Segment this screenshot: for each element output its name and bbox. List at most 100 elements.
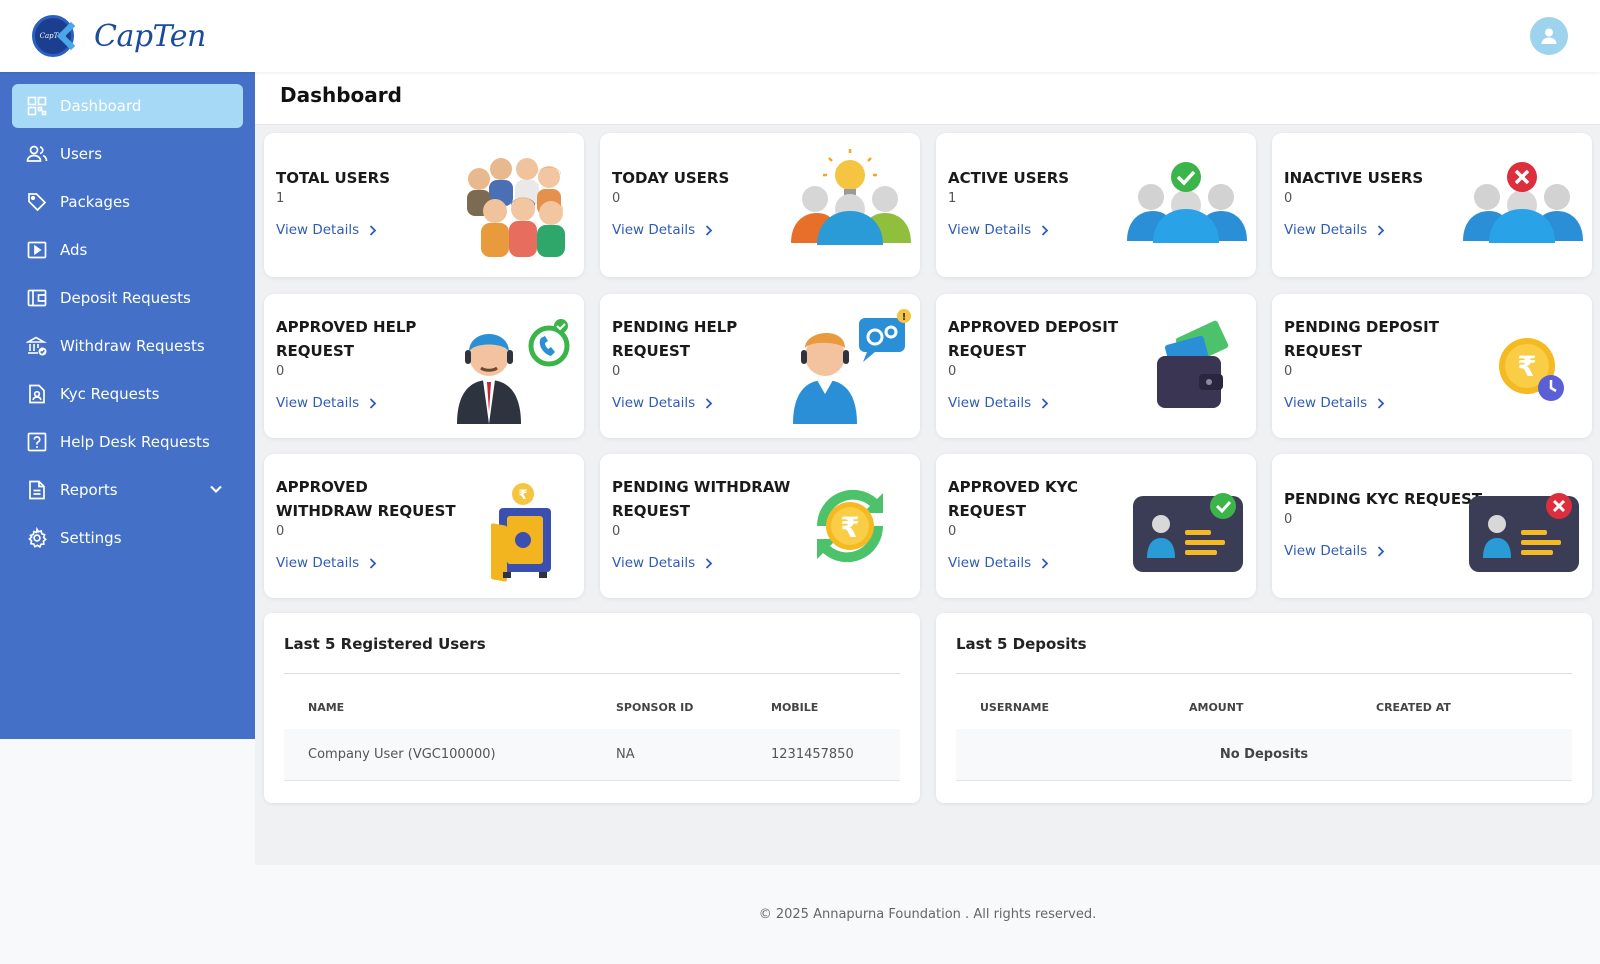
sidebar-item-reports[interactable]: Reports [12, 468, 243, 512]
idea-team-icon [791, 149, 911, 245]
column-header: MOBILE [771, 701, 819, 714]
rupee-coin-clock-icon: ₹ [1499, 338, 1564, 401]
card-value: 0 [948, 524, 957, 539]
view-details-link[interactable]: View Details [276, 555, 377, 571]
sidebar-item-label: Dashboard [60, 97, 142, 115]
play-icon [26, 239, 48, 261]
stat-card-inactive-users: INACTIVE USERS 0 View Details [1272, 133, 1592, 277]
card-title: APPROVED WITHDRAW REQUEST [276, 478, 456, 520]
panel-title: Last 5 Deposits [956, 635, 1087, 653]
sidebar-item-settings[interactable]: Settings [12, 516, 243, 560]
view-details-link[interactable]: View Details [948, 555, 1049, 571]
stat-card-active-users: ACTIVE USERS 1 View Details [936, 133, 1256, 277]
view-details-link[interactable]: View Details [948, 222, 1049, 238]
view-details-link[interactable]: View Details [612, 555, 713, 571]
card-value: 0 [1284, 191, 1293, 206]
copyright-text: © 2025 Annapurna Foundation . All rights… [758, 907, 1097, 922]
card-value: 0 [276, 524, 285, 539]
id-card-approved-icon [1133, 493, 1243, 572]
inactive-users-icon [1463, 162, 1583, 243]
stat-card-pending-withdraw: PENDING WITHDRAW REQUEST 0 View Details … [600, 454, 920, 598]
view-details-link[interactable]: View Details [612, 395, 713, 411]
main-content: Dashboard TOTAL USERS 1 View Details TOD… [255, 72, 1600, 865]
card-value: 0 [1284, 512, 1293, 527]
sidebar-item-label: Reports [60, 481, 118, 499]
column-header: AMOUNT [1189, 701, 1244, 714]
card-title: PENDING KYC REQUEST [1284, 490, 1483, 508]
view-details-link[interactable]: View Details [1284, 395, 1385, 411]
sidebar-item-deposit-requests[interactable]: Deposit Requests [12, 276, 243, 320]
id-card-rejected-icon [1469, 493, 1579, 572]
table-row: Company User (VGC100000) NA 1231457850 [284, 729, 900, 781]
page-title: Dashboard [280, 83, 402, 107]
stat-card-pending-deposit: PENDING DEPOSIT REQUEST 0 View Details ₹ [1272, 294, 1592, 438]
svg-text:₹: ₹ [1517, 350, 1536, 383]
panel-title: Last 5 Registered Users [284, 635, 486, 653]
brand-logo[interactable]: CapTen CapTen [32, 14, 206, 58]
safe-vault-icon: ₹ [491, 483, 551, 582]
column-header: CREATED AT [1376, 701, 1451, 714]
svg-text:₹: ₹ [840, 511, 859, 544]
sidebar: Dashboard Users Packages Ads Deposit Req… [0, 72, 255, 739]
user-icon [1541, 28, 1557, 44]
card-title: APPROVED HELP REQUEST [276, 318, 417, 360]
table-row: No Deposits [956, 729, 1572, 781]
stat-card-approved-withdraw: APPROVED WITHDRAW REQUEST 0 View Details… [264, 454, 584, 598]
logo-badge-icon: CapTen [32, 15, 86, 57]
tag-icon [26, 191, 48, 213]
footer: © 2025 Annapurna Foundation . All rights… [255, 865, 1600, 964]
rupee-exchange-icon: ₹ [816, 489, 884, 563]
chevron-down-icon[interactable] [209, 482, 223, 500]
page-header: Dashboard [255, 72, 1600, 125]
view-details-link[interactable]: View Details [1284, 222, 1385, 238]
cell-mobile: 1231457850 [771, 747, 854, 762]
card-title: TOTAL USERS [276, 169, 391, 187]
user-avatar[interactable] [1530, 17, 1568, 55]
card-value: 0 [276, 364, 285, 379]
column-header: SPONSOR ID [616, 701, 694, 714]
id-document-icon [26, 383, 48, 405]
top-bar: CapTen CapTen [0, 0, 1600, 72]
view-details-link[interactable]: View Details [612, 222, 713, 238]
card-title: TODAY USERS [612, 169, 730, 187]
card-value: 0 [612, 364, 621, 379]
card-value: 0 [948, 364, 957, 379]
view-details-link[interactable]: View Details [276, 222, 377, 238]
registered-users-panel: Last 5 Registered Users NAME SPONSOR ID … [264, 613, 920, 803]
deposits-panel: Last 5 Deposits USERNAME AMOUNT CREATED … [936, 613, 1592, 803]
card-title: PENDING DEPOSIT REQUEST [1284, 318, 1439, 360]
sidebar-item-users[interactable]: Users [12, 132, 243, 176]
sidebar-item-label: Settings [60, 529, 122, 547]
card-value: 0 [1284, 364, 1293, 379]
card-title: ACTIVE USERS [948, 169, 1070, 187]
sidebar-item-packages[interactable]: Packages [12, 180, 243, 224]
active-users-icon [1127, 162, 1247, 243]
view-details-link[interactable]: View Details [948, 395, 1049, 411]
sidebar-item-label: Kyc Requests [60, 385, 160, 403]
sidebar-item-label: Ads [60, 241, 88, 259]
sidebar-item-withdraw-requests[interactable]: Withdraw Requests [12, 324, 243, 368]
sidebar-item-dashboard[interactable]: Dashboard [12, 84, 243, 128]
column-header: NAME [308, 701, 345, 714]
sidebar-item-label: Help Desk Requests [60, 433, 210, 451]
wallet-icon [26, 287, 48, 309]
card-title: PENDING HELP REQUEST [612, 318, 738, 360]
card-title: APPROVED DEPOSIT REQUEST [948, 318, 1119, 360]
support-agent-approved-icon [457, 319, 570, 424]
sidebar-item-label: Withdraw Requests [60, 337, 205, 355]
svg-text:₹: ₹ [518, 488, 527, 503]
gear-icon [26, 527, 48, 549]
sidebar-item-kyc-requests[interactable]: Kyc Requests [12, 372, 243, 416]
wallet-money-icon [1157, 320, 1229, 408]
view-details-link[interactable]: View Details [276, 395, 377, 411]
sidebar-item-ads[interactable]: Ads [12, 228, 243, 272]
stat-card-approved-kyc: APPROVED KYC REQUEST 0 View Details [936, 454, 1256, 598]
card-value: 0 [612, 524, 621, 539]
group-people-icon [467, 158, 565, 257]
bank-icon [26, 335, 48, 357]
stat-card-pending-kyc: PENDING KYC REQUEST 0 View Details [1272, 454, 1592, 598]
view-details-link[interactable]: View Details [1284, 543, 1385, 559]
card-title: INACTIVE USERS [1284, 169, 1424, 187]
cell-name: Company User (VGC100000) [308, 747, 496, 762]
sidebar-item-help-desk-requests[interactable]: Help Desk Requests [12, 420, 243, 464]
